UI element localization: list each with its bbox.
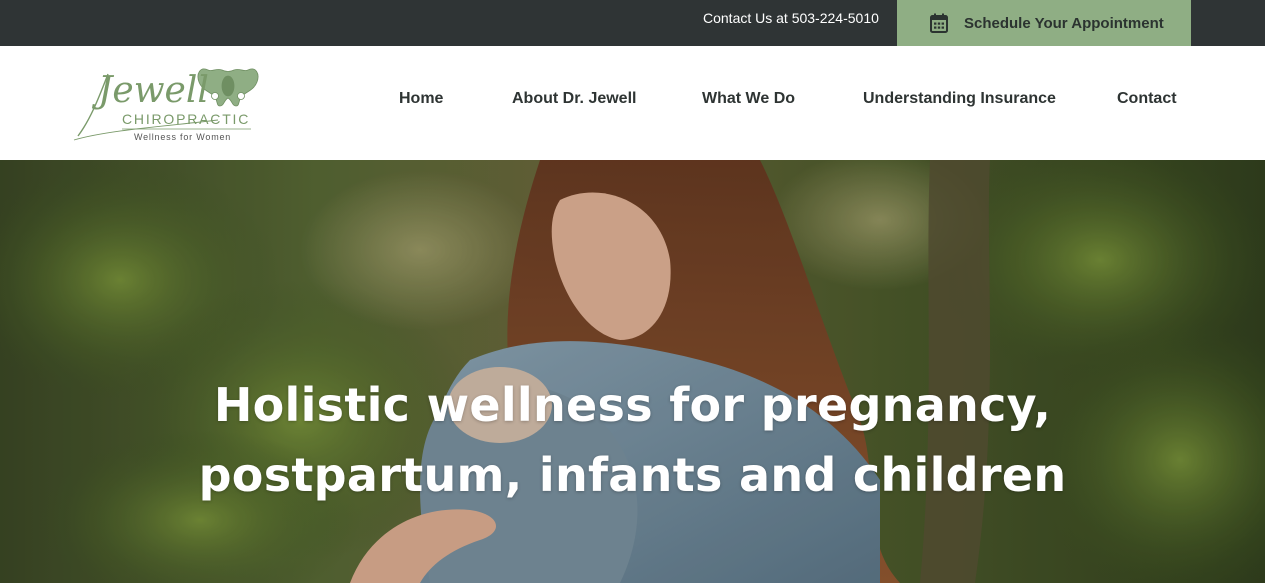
nav-item-about[interactable]: About Dr. Jewell — [512, 90, 636, 108]
hero-banner: Holistic wellness for pregnancy, postpar… — [0, 160, 1265, 583]
logo-wordmark: Jewell — [91, 70, 209, 111]
logo[interactable]: Jewell CHIROPRACTIC Wellness for Women — [68, 60, 264, 150]
hero-headline-line-2: postpartum, infants and children — [198, 448, 1067, 502]
logo-tagline: Wellness for Women — [134, 132, 231, 142]
nav-item-what-we-do[interactable]: What We Do — [702, 90, 795, 108]
site-header: Jewell CHIROPRACTIC Wellness for Women H… — [0, 46, 1265, 160]
nav-item-contact[interactable]: Contact — [1117, 90, 1177, 108]
nav-item-understanding-insurance[interactable]: Understanding Insurance — [863, 90, 1056, 108]
calendar-icon — [930, 13, 948, 33]
schedule-appointment-button[interactable]: Schedule Your Appointment — [897, 0, 1191, 46]
hero-headline-line-1: Holistic wellness for pregnancy, — [213, 378, 1052, 432]
schedule-appointment-label: Schedule Your Appointment — [964, 14, 1164, 32]
logo-subtitle: CHIROPRACTIC — [122, 111, 250, 127]
top-bar: Contact Us at 503-224-5010 Schedule Your… — [0, 0, 1265, 46]
nav-item-home[interactable]: Home — [399, 90, 443, 108]
contact-phone-link[interactable]: Contact Us at 503-224-5010 — [703, 0, 879, 36]
hero-headline: Holistic wellness for pregnancy, postpar… — [0, 370, 1265, 510]
